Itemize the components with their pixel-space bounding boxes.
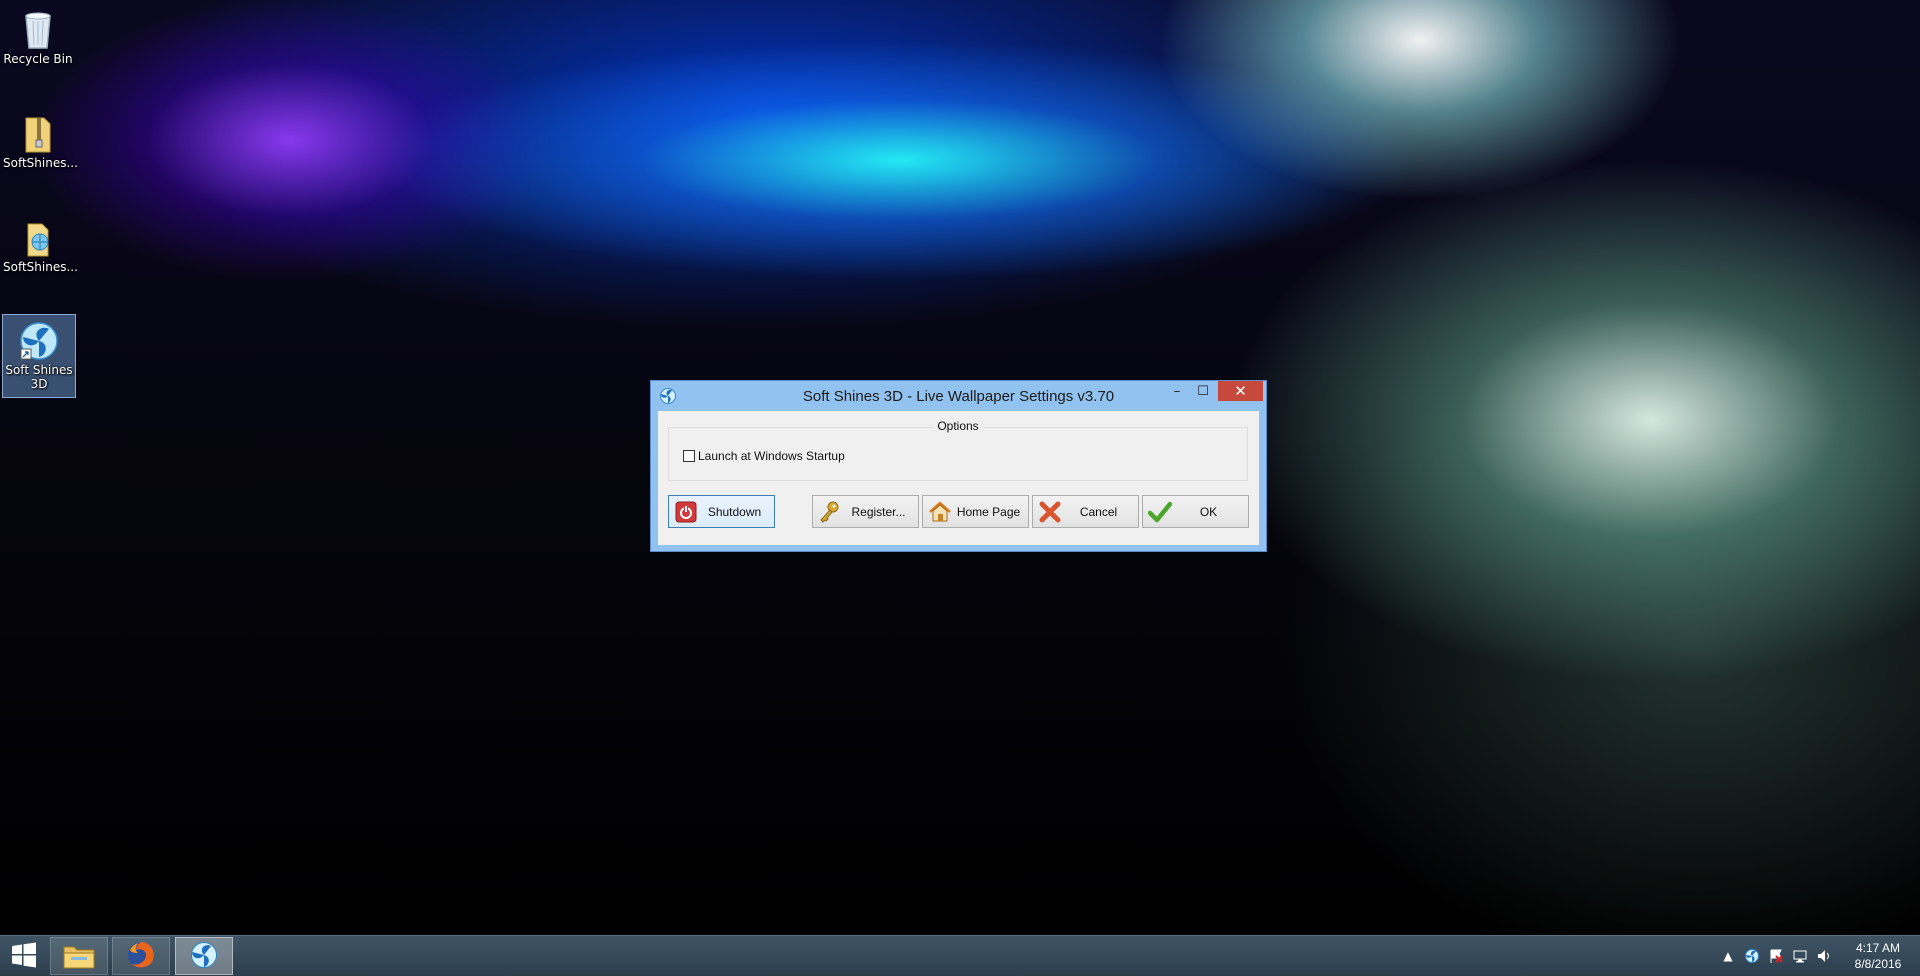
clock-date: 8/8/2016 bbox=[1854, 957, 1902, 971]
maximize-button[interactable]: ☐ bbox=[1190, 381, 1216, 401]
file-explorer-icon bbox=[63, 941, 95, 972]
firefox-icon bbox=[126, 940, 156, 973]
taskbar: ▲ 4:17 AM 8/8/2016 bbox=[0, 935, 1920, 976]
desktop-icon-softshines-zip[interactable]: SoftShines... bbox=[2, 108, 78, 188]
clock-time: 4:17 AM bbox=[1855, 941, 1901, 955]
home-icon bbox=[927, 499, 953, 525]
cancel-x-icon bbox=[1037, 499, 1063, 525]
launch-at-startup-checkbox[interactable] bbox=[683, 450, 695, 462]
desktop-icon-recycle-bin[interactable]: Recycle Bin bbox=[2, 4, 74, 84]
taskbar-file-explorer[interactable] bbox=[50, 937, 108, 975]
register-button[interactable]: Register... bbox=[812, 495, 919, 528]
dialog-client-area: Options Launch at Windows Startup Shutdo… bbox=[658, 411, 1259, 545]
soft-shines-shortcut-icon bbox=[17, 319, 61, 363]
zip-folder-icon bbox=[16, 112, 60, 156]
desktop-icon-soft-shines-3d[interactable]: Soft Shines 3D bbox=[2, 314, 76, 398]
soft-shines-icon bbox=[189, 940, 219, 973]
taskbar-firefox[interactable] bbox=[112, 937, 170, 975]
windows-logo-icon bbox=[11, 942, 37, 971]
chevron-up-icon: ▲ bbox=[1723, 949, 1733, 963]
settings-dialog: Soft Shines 3D - Live Wallpaper Settings… bbox=[650, 380, 1267, 552]
close-icon: ✕ bbox=[1234, 382, 1247, 400]
taskbar-clock[interactable]: 4:17 AM 8/8/2016 bbox=[1838, 940, 1918, 972]
soft-shines-tray-icon[interactable] bbox=[1744, 948, 1760, 964]
launch-at-startup-option[interactable]: Launch at Windows Startup bbox=[683, 449, 845, 463]
options-groupbox: Options Launch at Windows Startup bbox=[668, 419, 1248, 481]
shutdown-button[interactable]: Shutdown bbox=[668, 495, 775, 528]
recycle-bin-icon bbox=[16, 8, 60, 52]
cancel-button[interactable]: Cancel bbox=[1032, 495, 1139, 528]
ok-button-label: OK bbox=[1199, 504, 1218, 519]
options-group-title: Options bbox=[933, 419, 983, 433]
launch-at-startup-label[interactable]: Launch at Windows Startup bbox=[698, 449, 845, 463]
desktop-icon-label: SoftShines... bbox=[3, 156, 78, 170]
folder-icon bbox=[16, 216, 60, 260]
minimize-icon: – bbox=[1173, 383, 1181, 399]
action-center-flag-icon[interactable] bbox=[1768, 948, 1784, 964]
shutdown-button-label: Shutdown bbox=[707, 504, 762, 519]
start-button[interactable] bbox=[0, 937, 48, 975]
network-icon[interactable] bbox=[1792, 948, 1808, 964]
maximize-icon: ☐ bbox=[1197, 383, 1209, 399]
home-page-button-label: Home Page bbox=[956, 504, 1021, 519]
taskbar-soft-shines[interactable] bbox=[175, 937, 233, 975]
dialog-titlebar[interactable]: Soft Shines 3D - Live Wallpaper Settings… bbox=[651, 381, 1266, 411]
power-icon bbox=[673, 499, 699, 525]
key-icon bbox=[817, 499, 843, 525]
close-button[interactable]: ✕ bbox=[1218, 381, 1263, 401]
register-button-label: Register... bbox=[851, 504, 906, 519]
home-page-button[interactable]: Home Page bbox=[922, 495, 1029, 528]
desktop-icon-label: Recycle Bin bbox=[3, 52, 73, 66]
minimize-button[interactable]: – bbox=[1164, 381, 1190, 401]
checkmark-icon bbox=[1147, 499, 1173, 525]
ok-button[interactable]: OK bbox=[1142, 495, 1249, 528]
volume-icon[interactable] bbox=[1816, 948, 1832, 964]
desktop-icon-softshines-folder[interactable]: SoftShines... bbox=[2, 212, 78, 292]
cancel-button-label: Cancel bbox=[1079, 504, 1118, 519]
show-hidden-icons-button[interactable]: ▲ bbox=[1720, 948, 1736, 964]
desktop-icon-label: SoftShines... bbox=[3, 260, 78, 274]
desktop-icon-label: Soft Shines 3D bbox=[5, 363, 73, 391]
